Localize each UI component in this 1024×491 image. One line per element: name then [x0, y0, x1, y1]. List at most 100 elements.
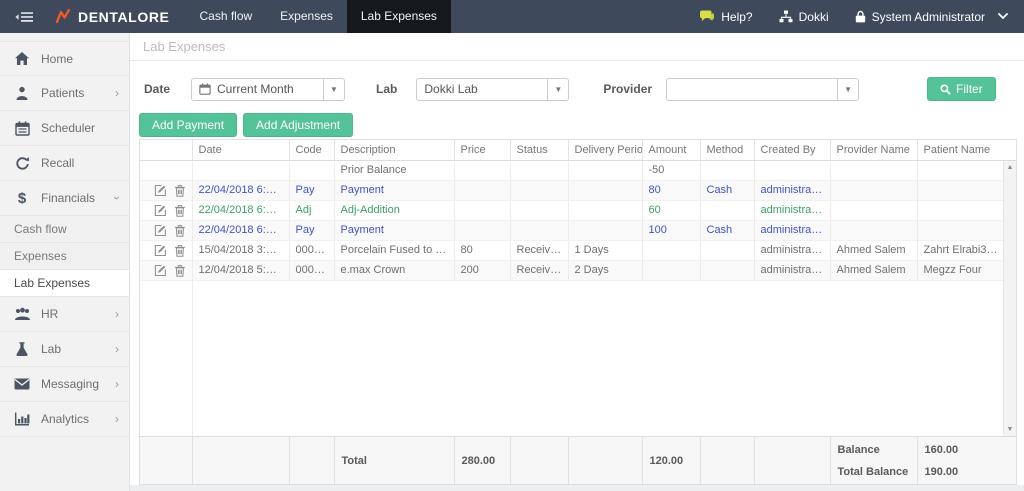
cell-date: 22/04/2018 6:09:30: [192, 180, 289, 200]
trash-icon[interactable]: [174, 264, 186, 277]
column-header-provider-name[interactable]: Provider Name: [830, 140, 917, 160]
sidebar-item-lab[interactable]: Lab ›: [0, 332, 129, 367]
trash-icon[interactable]: [174, 224, 186, 237]
edit-icon[interactable]: [154, 184, 167, 197]
cell-method: [700, 200, 754, 220]
sidebar-item-expenses[interactable]: Expenses: [0, 243, 129, 270]
tab-expenses[interactable]: Expenses: [266, 0, 347, 33]
table-row: 22/04/2018 6:06:58PayPayment100Cashadmin…: [140, 220, 1005, 240]
cell-delivery_period: 1 Days: [568, 240, 642, 260]
page-title: Lab Expenses: [130, 33, 1024, 61]
column-header-patient-name[interactable]: Patient Name: [917, 140, 1016, 160]
column-header-actions[interactable]: [140, 140, 192, 160]
cell-created_by: administrator: [754, 200, 830, 220]
table-row: 12/04/2018 5:30:00000073e.max Crown200Re…: [140, 260, 1005, 280]
table-row: 15/04/2018 3:06:00000158Porcelain Fused …: [140, 240, 1005, 260]
cell-created_by: [754, 161, 830, 181]
cell-provider_name: [830, 220, 917, 240]
cell-method: [700, 161, 754, 181]
cell-created_by: administrator: [754, 180, 830, 200]
tab-cash-flow[interactable]: Cash flow: [185, 0, 266, 33]
cell-amount: 80: [642, 180, 700, 200]
add-adjustment-button[interactable]: Add Adjustment: [243, 113, 353, 137]
table-row: Prior Balance -50: [140, 161, 1005, 181]
help-menu[interactable]: Help?: [699, 10, 752, 24]
clinic-menu[interactable]: Dokki: [779, 10, 829, 24]
trash-icon[interactable]: [174, 244, 186, 257]
cell-delivery_period: [568, 161, 642, 181]
scroll-down-icon[interactable]: ▼: [1007, 426, 1014, 433]
chevron-right-icon: ›: [115, 343, 119, 355]
vertical-scrollbar[interactable]: ▲ ▼: [1003, 161, 1016, 437]
edit-icon[interactable]: [154, 204, 167, 217]
tab-lab-expenses[interactable]: Lab Expenses: [347, 0, 451, 33]
sidebar-item-lab-expenses[interactable]: Lab Expenses: [0, 270, 129, 297]
date-filter-select[interactable]: Current Month ▼: [191, 78, 345, 101]
cell-status: Received: [510, 260, 568, 280]
grid-header: Date Code Description Price Status Deliv…: [140, 140, 1016, 161]
brand-logo[interactable]: DENTALORE: [55, 8, 169, 25]
main-content: Lab Expenses Date Current Month ▼ Lab Do…: [130, 33, 1024, 491]
trash-icon[interactable]: [174, 184, 186, 197]
lab-filter-select[interactable]: Dokki Lab ▼: [416, 78, 569, 101]
add-payment-button[interactable]: Add Payment: [139, 113, 237, 137]
cell-price: 80: [454, 240, 510, 260]
column-header-created-by[interactable]: Created By: [754, 140, 830, 160]
sidebar-item-label: Scheduler: [41, 121, 95, 135]
sidebar-item-cash-flow[interactable]: Cash flow: [0, 216, 129, 243]
cell-amount: 60: [642, 200, 700, 220]
navbar-right: Help? Dokki System Administrator: [673, 10, 1024, 24]
sidebar-toggle-button[interactable]: [15, 10, 35, 24]
column-header-code[interactable]: Code: [289, 140, 334, 160]
cell-provider_name: [830, 180, 917, 200]
user-menu[interactable]: System Administrator: [855, 10, 1008, 24]
edit-icon[interactable]: [154, 264, 167, 277]
column-header-description[interactable]: Description: [334, 140, 454, 160]
column-header-date[interactable]: Date: [192, 140, 289, 160]
sidebar-item-messaging[interactable]: Messaging ›: [0, 367, 129, 402]
sidebar-item-recall[interactable]: Recall: [0, 146, 129, 181]
dollar-icon: $: [10, 190, 34, 207]
cell-description: Prior Balance: [334, 161, 454, 181]
cell-created_by: administrator: [754, 240, 830, 260]
footer-total-label: Total: [334, 437, 454, 485]
cell-description: Payment: [334, 180, 454, 200]
top-navbar: DENTALORE Cash flow Expenses Lab Expense…: [0, 0, 1024, 33]
sidebar-item-label: Financials: [41, 191, 95, 205]
chevron-right-icon: ›: [115, 308, 119, 320]
dropdown-arrow-icon[interactable]: ▼: [323, 79, 344, 100]
sidebar-item-financials[interactable]: $ Financials ›: [0, 181, 129, 216]
help-chat-icon: [699, 10, 715, 23]
sidebar-item-analytics[interactable]: Analytics ›: [0, 402, 129, 437]
dropdown-arrow-icon[interactable]: ▼: [837, 79, 858, 100]
edit-icon[interactable]: [154, 224, 167, 237]
brand-name: DENTALORE: [78, 9, 169, 25]
dropdown-arrow-icon[interactable]: ▼: [547, 79, 568, 100]
chevron-right-icon: ›: [115, 413, 119, 425]
cell-status: [510, 220, 568, 240]
chevron-right-icon: ›: [115, 87, 119, 99]
edit-icon[interactable]: [154, 244, 167, 257]
trash-icon[interactable]: [174, 204, 186, 217]
row-actions: [146, 161, 186, 180]
cell-created_by: administrator: [754, 220, 830, 240]
sidebar-item-hr[interactable]: HR ›: [0, 297, 129, 332]
help-label: Help?: [721, 10, 752, 24]
provider-filter-select[interactable]: ▼: [666, 78, 859, 101]
sidebar-item-home[interactable]: Home: [0, 41, 129, 76]
column-header-price[interactable]: Price: [454, 140, 510, 160]
cell-amount: -50: [642, 161, 700, 181]
sidebar-item-patients[interactable]: Patients ›: [0, 76, 129, 111]
filter-button[interactable]: Filter: [927, 77, 996, 101]
column-header-delivery-period[interactable]: Delivery Period: [568, 140, 642, 160]
cell-code: 000073: [289, 260, 334, 280]
column-header-method[interactable]: Method: [700, 140, 754, 160]
column-header-amount[interactable]: Amount: [642, 140, 700, 160]
sidebar-item-scheduler[interactable]: Scheduler: [0, 111, 129, 146]
cell-date: 12/04/2018 5:30:00: [192, 260, 289, 280]
cell-amount: [642, 240, 700, 260]
date-filter-label: Date: [144, 82, 170, 96]
cell-provider_name: [830, 161, 917, 181]
scroll-up-icon[interactable]: ▲: [1007, 164, 1014, 171]
column-header-status[interactable]: Status: [510, 140, 568, 160]
